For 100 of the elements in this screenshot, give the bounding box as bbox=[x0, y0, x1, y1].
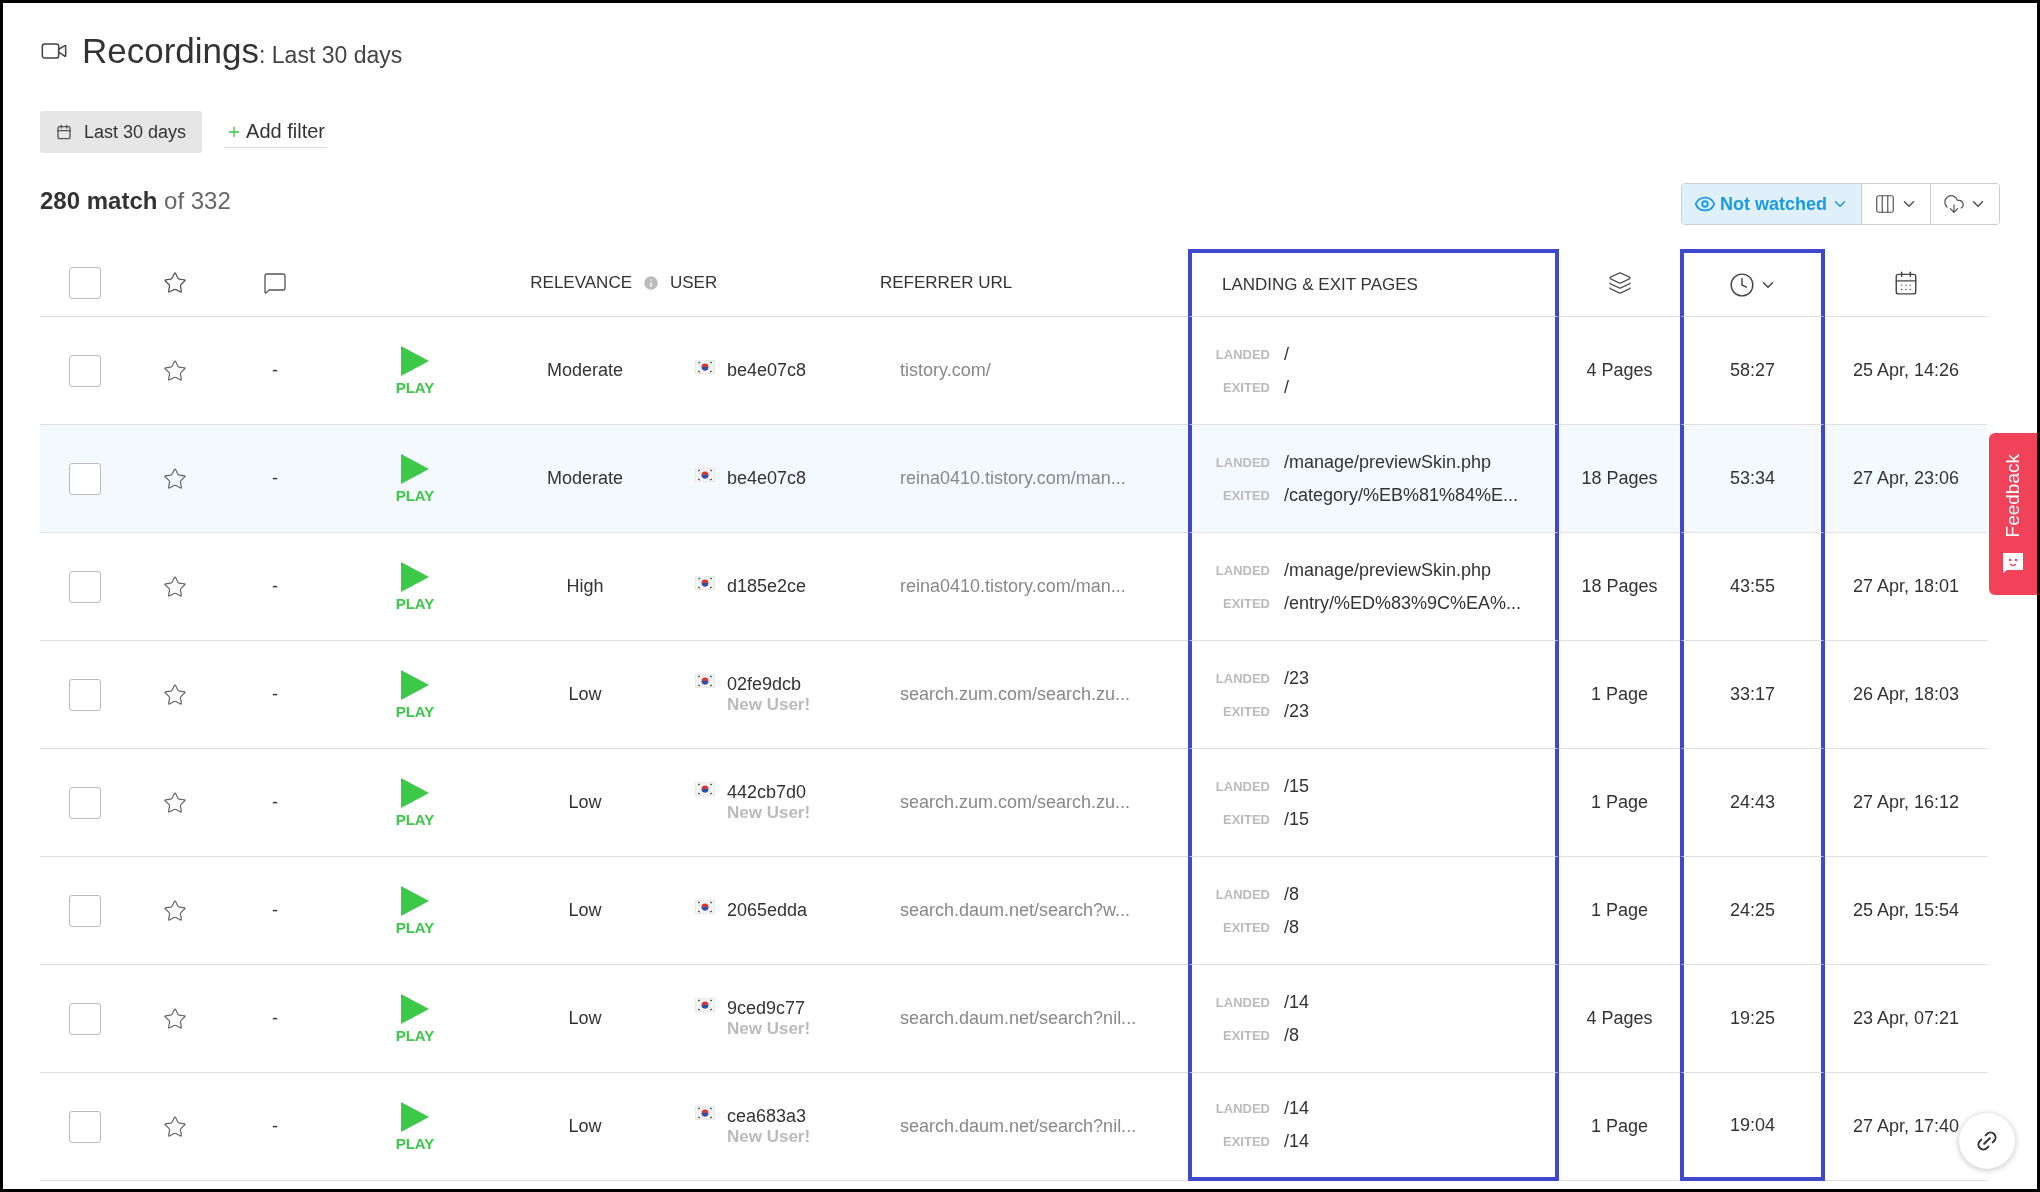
column-header[interactable]: USER bbox=[670, 272, 718, 293]
star-icon[interactable] bbox=[163, 790, 187, 815]
landed-label: LANDED bbox=[1214, 562, 1270, 578]
row-checkbox[interactable] bbox=[69, 1110, 101, 1143]
row-checkbox[interactable] bbox=[69, 894, 101, 927]
date: 25 Apr, 14:26 bbox=[1852, 360, 1960, 381]
row-checkbox[interactable] bbox=[69, 462, 101, 495]
flag-icon bbox=[695, 998, 715, 1012]
user-id[interactable]: be4e07c8 bbox=[727, 360, 807, 381]
date: 27 Apr, 17:40 bbox=[1852, 1116, 1960, 1137]
relevance-level: Low bbox=[568, 684, 602, 705]
landed-label: LANDED bbox=[1214, 1101, 1270, 1116]
user-id[interactable]: be4e07c8 bbox=[727, 468, 807, 489]
cloud-download-icon bbox=[1943, 193, 1965, 215]
date: 27 Apr, 23:06 bbox=[1852, 468, 1960, 489]
landed-page: /manage/previewSkin.php bbox=[1284, 559, 1493, 581]
exited-page: /entry/%ED%83%9C%EA%... bbox=[1284, 592, 1522, 614]
link-button[interactable] bbox=[1959, 1113, 2015, 1169]
exited-page: /15 bbox=[1284, 808, 1310, 830]
user-id[interactable]: 02fe9dcb bbox=[727, 674, 811, 695]
exited-label: EXITED bbox=[1222, 1027, 1270, 1043]
star-icon[interactable] bbox=[163, 574, 187, 599]
duration: 43:55 bbox=[1729, 576, 1775, 597]
exited-label: EXITED bbox=[1222, 811, 1270, 827]
exited-label: EXITED bbox=[1222, 487, 1270, 503]
landed-page: /manage/previewSkin.php bbox=[1284, 451, 1493, 473]
download-button[interactable] bbox=[1930, 184, 1999, 224]
landed-page: / bbox=[1284, 343, 1289, 365]
duration: 19:25 bbox=[1729, 1008, 1775, 1029]
date: 25 Apr, 15:54 bbox=[1852, 900, 1960, 921]
exited-label: EXITED bbox=[1222, 703, 1270, 719]
duration: 24:43 bbox=[1729, 792, 1775, 813]
duration: 24:25 bbox=[1729, 900, 1775, 921]
landed-label: LANDED bbox=[1214, 670, 1270, 686]
comment-count: - bbox=[272, 468, 278, 489]
landed-label: LANDED bbox=[1214, 454, 1270, 470]
feedback-tab[interactable]: Feedback bbox=[1989, 433, 2037, 595]
exited-label: EXITED bbox=[1222, 595, 1270, 611]
comment-count: - bbox=[272, 1116, 278, 1137]
date-range-button[interactable]: Last 30 days bbox=[40, 111, 203, 153]
column-header[interactable]: REFERRER URL bbox=[880, 272, 1013, 293]
flag-icon bbox=[695, 1106, 715, 1120]
comment-count: - bbox=[272, 360, 278, 381]
add-filter-button[interactable]: Add filter bbox=[224, 116, 327, 148]
row-checkbox[interactable] bbox=[69, 570, 101, 603]
star-icon[interactable] bbox=[163, 1114, 187, 1139]
star-icon[interactable] bbox=[163, 682, 187, 707]
referrer-url: search.zum.com/search.zu... bbox=[900, 684, 1131, 705]
star-icon[interactable] bbox=[163, 466, 187, 491]
exited-page: /23 bbox=[1284, 700, 1310, 722]
exited-label: EXITED bbox=[1222, 1134, 1270, 1149]
relevance-level: Low bbox=[568, 1116, 602, 1137]
comment-count: - bbox=[272, 576, 278, 597]
page-count: 4 Pages bbox=[1586, 1008, 1653, 1029]
user-id[interactable]: 2065edda bbox=[727, 900, 808, 921]
flag-icon bbox=[695, 900, 715, 914]
star-icon[interactable] bbox=[163, 1006, 187, 1031]
clock-icon[interactable] bbox=[1728, 271, 1755, 298]
page-count: 1 Page bbox=[1590, 900, 1649, 921]
duration: 33:17 bbox=[1729, 684, 1775, 705]
star-icon[interactable] bbox=[163, 358, 187, 383]
exited-label: EXITED bbox=[1222, 379, 1270, 395]
layers-icon bbox=[1607, 270, 1632, 295]
duration: 19:04 bbox=[1729, 1114, 1775, 1136]
column-header[interactable]: LANDING & EXIT PAGES bbox=[1192, 274, 1418, 295]
page-count: 1 Page bbox=[1590, 1116, 1649, 1137]
comment-icon bbox=[263, 270, 287, 295]
landed-page: /8 bbox=[1284, 883, 1299, 905]
comment-count: - bbox=[272, 900, 278, 921]
landed-label: LANDED bbox=[1214, 346, 1270, 362]
row-checkbox[interactable] bbox=[69, 1002, 101, 1035]
row-checkbox[interactable] bbox=[69, 678, 101, 711]
referrer-url: tistory.com/ bbox=[900, 360, 991, 381]
star-icon[interactable] bbox=[163, 898, 187, 923]
page-count: 4 Pages bbox=[1586, 360, 1653, 381]
play-icon bbox=[400, 669, 430, 701]
column-header[interactable]: RELEVANCE bbox=[530, 272, 632, 293]
row-checkbox[interactable] bbox=[69, 786, 101, 819]
info-icon bbox=[642, 273, 660, 292]
row-checkbox[interactable] bbox=[69, 354, 101, 387]
referrer-url: search.daum.net/search?w... bbox=[900, 900, 1131, 921]
relevance-level: Low bbox=[568, 1008, 602, 1029]
flag-icon bbox=[695, 782, 715, 796]
exited-page: /8 bbox=[1284, 916, 1299, 938]
date: 23 Apr, 07:21 bbox=[1852, 1008, 1960, 1029]
calendar-icon bbox=[1893, 269, 1919, 296]
landed-page: /14 bbox=[1284, 1098, 1310, 1119]
play-icon bbox=[400, 561, 430, 593]
user-id[interactable]: 9ced9c77 bbox=[727, 998, 811, 1019]
page-count: 1 Page bbox=[1590, 684, 1649, 705]
exited-page: /14 bbox=[1284, 1131, 1310, 1152]
comment-count: - bbox=[272, 684, 278, 705]
play-icon bbox=[400, 885, 430, 917]
exited-page: / bbox=[1284, 376, 1289, 398]
select-all-checkbox[interactable] bbox=[69, 266, 101, 299]
user-id[interactable]: cea683a3 bbox=[727, 1106, 811, 1127]
user-id[interactable]: d185e2ce bbox=[727, 576, 807, 597]
referrer-url: reina0410.tistory.com/man... bbox=[900, 576, 1126, 597]
user-id[interactable]: 442cb7d0 bbox=[727, 782, 811, 803]
play-icon bbox=[400, 777, 430, 809]
